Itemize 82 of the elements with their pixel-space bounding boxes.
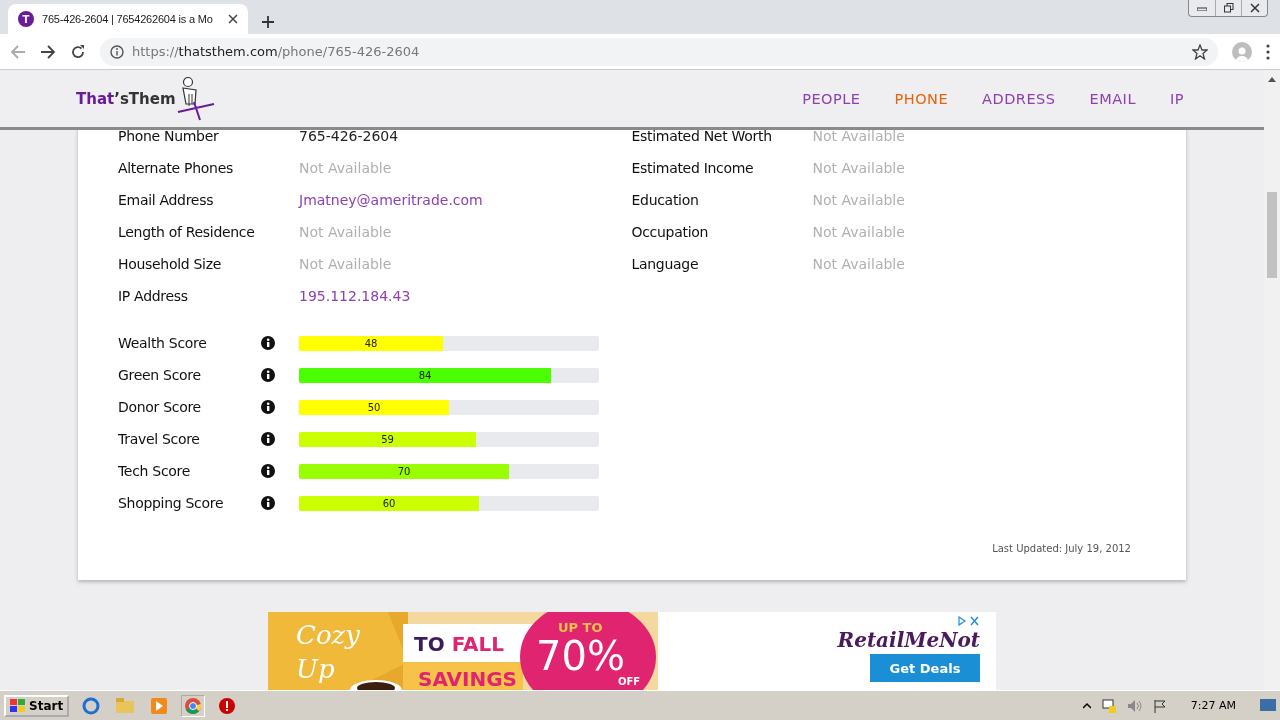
- field-value: Not Available: [812, 192, 905, 208]
- start-button[interactable]: Start: [4, 694, 70, 717]
- score-value: 84: [418, 368, 432, 383]
- show-desktop-icon[interactable]: [1260, 698, 1276, 713]
- info-icon: [261, 400, 275, 414]
- network-icon[interactable]: [1100, 698, 1117, 713]
- browser-tab[interactable]: T 765-426-2604 | 7654262604 is a Mo: [8, 4, 248, 34]
- speaker-icon[interactable]: [1126, 698, 1143, 713]
- score-value: 48: [364, 336, 378, 351]
- back-icon[interactable]: [10, 43, 26, 60]
- field-label: Household Size: [118, 256, 223, 272]
- field-label: Length of Residence: [118, 224, 256, 240]
- ad-headline: SAVINGS: [418, 667, 517, 690]
- scrollbar-thumb[interactable]: [1267, 192, 1277, 278]
- info-icon: [261, 336, 275, 350]
- info-icon: [261, 432, 275, 446]
- chevron-up-icon[interactable]: [1082, 701, 1091, 710]
- field-value: Not Available: [299, 256, 392, 272]
- score-value: 70: [397, 464, 411, 479]
- score-label: Wealth Score: [118, 335, 208, 351]
- field-value: Not Available: [812, 256, 905, 272]
- minimize-icon: [1197, 5, 1207, 11]
- chrome-icon[interactable]: [181, 694, 206, 717]
- site-favicon: T: [18, 11, 34, 27]
- field-label: Education: [631, 192, 700, 208]
- menu-icon[interactable]: [1266, 43, 1270, 60]
- field-link[interactable]: 195.112.184.43: [299, 288, 411, 304]
- score-label: Green Score: [118, 367, 202, 383]
- flag-icon[interactable]: [1152, 698, 1167, 713]
- scroll-up-icon[interactable]: [1268, 76, 1276, 82]
- score-value: 59: [381, 432, 394, 447]
- info-icon: [261, 496, 275, 510]
- get-deals-button[interactable]: Get Deals: [870, 654, 980, 682]
- new-tab-icon[interactable]: [262, 16, 274, 28]
- address-bar[interactable]: https://thatsthem.com/phone/765-426-2604: [100, 37, 1218, 66]
- forward-icon[interactable]: [40, 43, 56, 60]
- field-value: 765-426-2604: [299, 128, 399, 144]
- logo-text[interactable]: That’sThem: [76, 89, 176, 108]
- close-icon: [1249, 3, 1260, 13]
- clock-text: 7:27 AM: [1190, 699, 1236, 712]
- ad-text: UP TO: [558, 620, 603, 635]
- nav-link[interactable]: PEOPLE: [802, 90, 861, 107]
- score-label: Donor Score: [118, 399, 202, 415]
- field-label: Language: [631, 256, 700, 272]
- field-value: Not Available: [299, 224, 392, 240]
- field-label: Estimated Net Worth: [631, 128, 773, 144]
- mascot-drawing: [175, 75, 216, 122]
- ad-text: OFF: [618, 677, 641, 687]
- score-label: Travel Score: [118, 431, 201, 447]
- field-label: Email Address: [118, 192, 215, 208]
- field-label: Phone Number: [118, 128, 220, 144]
- restore-icon: [1223, 3, 1234, 13]
- nav-link[interactable]: ADDRESS: [982, 90, 1056, 107]
- ad-choices-icon[interactable]: [958, 616, 980, 626]
- last-updated-text: Last Updated: July 19, 2012: [992, 543, 1131, 554]
- field-value: Not Available: [812, 224, 905, 240]
- field-value: Not Available: [812, 160, 905, 176]
- info-icon: [261, 368, 275, 382]
- nav-link[interactable]: IP: [1169, 90, 1184, 107]
- info-icon: [261, 464, 275, 478]
- field-label: Occupation: [631, 224, 710, 240]
- close-icon[interactable]: [228, 14, 238, 24]
- field-label: IP Address: [118, 288, 189, 304]
- field-value: Not Available: [812, 128, 905, 144]
- field-value: Not Available: [299, 160, 392, 176]
- nav-link[interactable]: EMAIL: [1089, 90, 1136, 107]
- windows-logo-icon: [10, 698, 26, 713]
- field-label: Estimated Income: [631, 160, 755, 176]
- ad-headline: TO FALL: [414, 632, 504, 656]
- score-label: Tech Score: [118, 463, 192, 479]
- field-link[interactable]: Jmatney@ameritrade.com: [299, 192, 483, 208]
- score-label: Shopping Score: [118, 495, 225, 511]
- field-label: Alternate Phones: [118, 160, 234, 176]
- star-icon[interactable]: [1192, 43, 1208, 60]
- tab-title: 765-426-2604 | 7654262604 is a Mo: [42, 13, 214, 25]
- ad-percent: 70%: [536, 636, 625, 676]
- brand-logo: RetailMeNot: [837, 628, 980, 652]
- score-value: 60: [382, 496, 396, 511]
- url-text: https://thatsthem.com/phone/765-426-2604: [132, 44, 421, 59]
- info-icon: [110, 44, 124, 59]
- score-value: 50: [367, 400, 381, 415]
- reload-icon[interactable]: [70, 43, 86, 60]
